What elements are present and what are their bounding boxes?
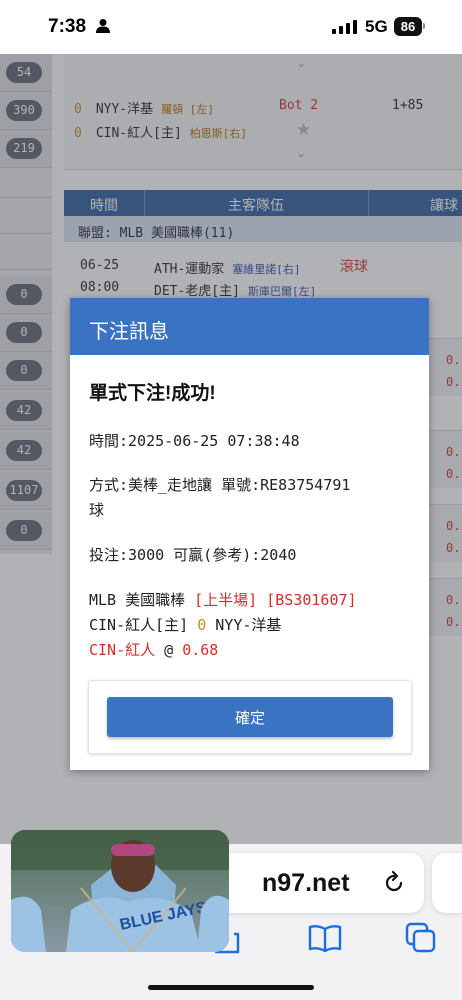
bet-method-cont: 球 xyxy=(89,501,105,519)
bet-time: 時間:2025-06-25 07:38:48 xyxy=(89,432,300,450)
picture-in-picture-video[interactable]: BLUE JAYS xyxy=(11,830,229,952)
signal-icon xyxy=(332,20,357,34)
bet-code: [BS301607] xyxy=(266,591,357,609)
handicap: 0 xyxy=(197,616,207,634)
dialog-header: 下注訊息 xyxy=(70,298,429,355)
bet-matchup-line: CIN-紅人[主] 0 NYY-洋基 xyxy=(89,616,282,634)
url-text[interactable]: n97.net xyxy=(262,869,350,898)
period-tag: [上半場] xyxy=(194,591,258,609)
picked-odds: 0.68 xyxy=(182,641,219,659)
dialog-title: 下注訊息 xyxy=(89,321,169,343)
bet-result: 單式下注!成功! xyxy=(89,383,216,404)
bet-pick-line: CIN-紅人 @ 0.68 xyxy=(89,641,219,659)
battery-tip xyxy=(423,23,425,29)
bet-method: 方式:美棒_走地讓 單號:RE83754791 xyxy=(89,476,351,494)
video-frame: BLUE JAYS xyxy=(11,830,229,952)
confirm-button[interactable]: 確定 xyxy=(107,697,393,737)
dialog-footer: 確定 xyxy=(88,680,412,754)
stake-and-win: 投注:3000 可贏(參考):2040 xyxy=(89,546,297,564)
picked-team: CIN-紅人 xyxy=(89,641,156,659)
reload-icon[interactable] xyxy=(382,871,406,895)
bet-info-dialog: 下注訊息 單式下注!成功! 時間:2025-06-25 07:38:48 方式:… xyxy=(70,298,429,770)
status-time: 7:38 xyxy=(48,16,87,37)
battery-icon: 86 xyxy=(394,17,422,36)
bet-league-line: MLB 美國職棒 [上半場] [BS301607] xyxy=(89,591,357,609)
network-type: 5G xyxy=(365,17,388,36)
home-indicator xyxy=(148,985,314,990)
next-tab-bar[interactable] xyxy=(432,853,462,913)
tabs-icon[interactable] xyxy=(405,922,437,954)
bookmarks-icon[interactable] xyxy=(308,924,342,952)
status-bar: 7:38 5G 86 xyxy=(0,0,462,54)
person-icon xyxy=(96,19,110,33)
